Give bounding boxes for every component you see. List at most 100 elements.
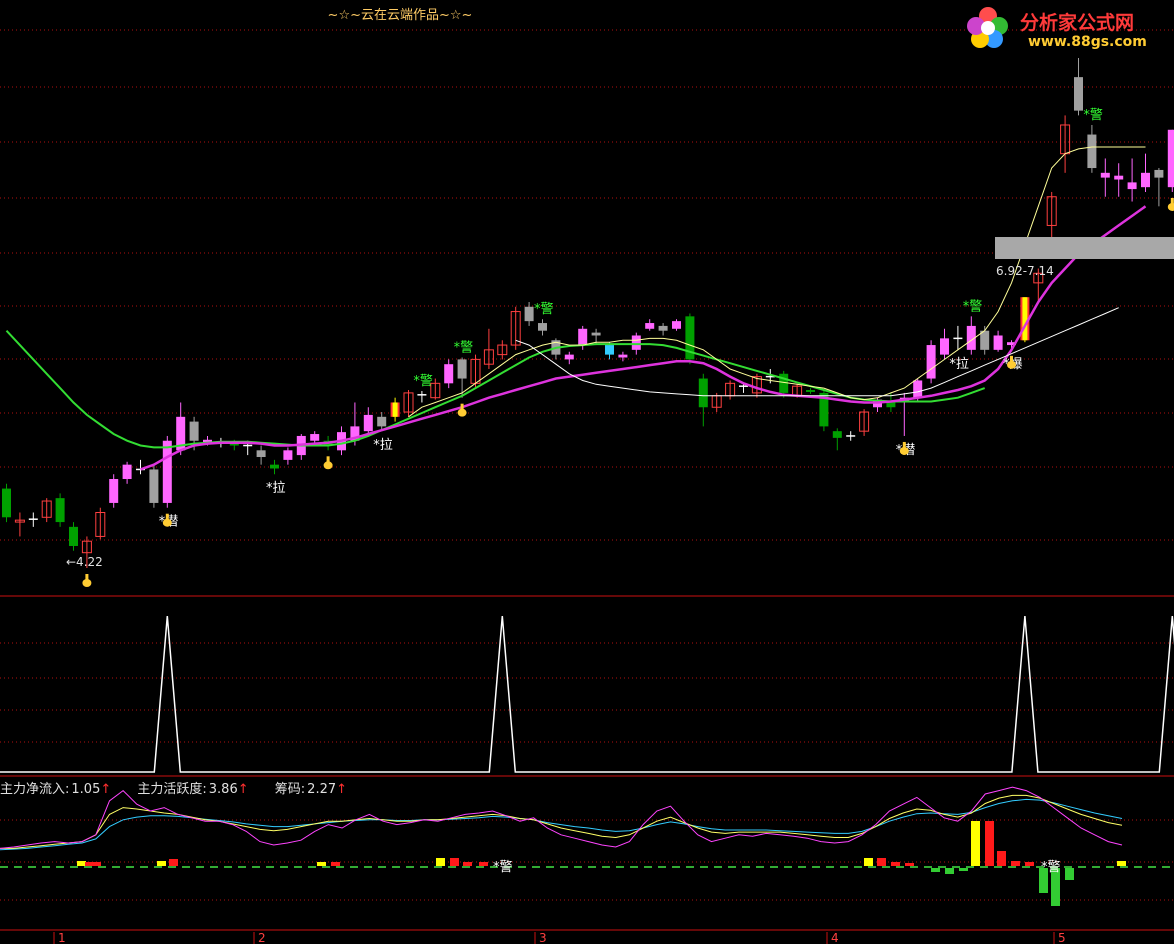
hand-icon-finger [1010,355,1013,363]
candle-body [69,526,78,546]
candle-body [149,469,159,503]
candle-body [913,380,923,398]
hand-icon-finger [460,403,464,411]
candle-body [1127,182,1137,190]
indicator-value-net-inflow: 1.05 [71,782,101,797]
candle-body [538,323,547,331]
candle-body [980,330,990,350]
up-arrow-icon: ↑ [100,782,112,797]
indicator-name-chips: 筹码: [274,782,306,797]
candle-body [1074,77,1083,111]
flow-bar [864,858,873,866]
flow-bar [450,858,459,866]
candle-body [1100,172,1110,178]
candle-body [122,464,132,480]
range-box [995,237,1174,259]
signal-label: *警 [963,298,983,314]
flow-bar [436,858,445,866]
flow-bar [891,862,900,866]
signal-label: *警 [413,373,433,389]
flow-bar [945,868,954,874]
flow-bar [877,858,886,866]
candle-body [270,464,279,469]
candle-body [1167,129,1174,188]
hand-icon-finger [326,456,330,464]
flow-bar [971,821,980,866]
candle-body [578,328,588,346]
candle-body [457,359,467,379]
x-tick-label: 5 [1058,931,1066,944]
hand-icon-finger [1170,197,1174,205]
candle-body [1114,175,1124,180]
x-tick-label: 4 [831,931,839,944]
candle-body [310,434,320,441]
flow-bar [317,862,326,866]
flow-bar [331,862,340,866]
flow-bar [479,862,488,866]
flow-bar [985,821,994,866]
candle-body [189,421,199,441]
candle-body [283,450,293,460]
candle-body [162,440,172,503]
candle-body [806,390,815,392]
candle-body [940,338,949,355]
range-label: 6.92-7.14 [996,264,1054,278]
candle-body [631,335,641,350]
indicator-name-net-inflow: 主力净流入: [0,782,70,797]
flow-bar [169,859,178,866]
candle-body [832,431,842,438]
brand-logo[interactable]: 分析家公式网 www.88gs.com [966,4,1166,52]
candle-body [524,306,534,322]
signal-label: *警 [534,301,554,317]
flow-bar [92,862,101,866]
candle-alert-core [1022,297,1028,341]
candle-body [591,332,601,336]
candle-body [886,402,896,408]
flower-logo-icon [967,7,1008,48]
candle-body [993,335,1003,350]
indicator-value-activity: 3.86 [208,782,238,797]
signal-label: *拉 [949,357,969,372]
flow-bar [1025,862,1034,866]
sub-signal-label: *警 [1041,859,1061,875]
indicator-legend: 主力净流入: 1.05↑ 主力活跃度: 3.86↑ 筹码: 2.27↑ [0,778,347,797]
hand-icon-finger [165,513,169,521]
chips-line [0,798,1123,851]
candle-body [1087,134,1097,169]
candle-body [109,479,119,503]
signal-label: *警 [1083,107,1103,123]
candle-body [444,364,454,384]
flow-bar [997,851,1006,866]
candle-body [1141,172,1150,188]
candle-body [2,488,11,518]
up-arrow-icon: ↑ [237,782,249,797]
candle-body [377,416,387,427]
indicator-name-activity: 主力活跃度: [137,782,207,797]
flow-bar [905,863,914,866]
candle-body [605,345,614,355]
flow-bar [77,861,86,866]
flow-bar [157,861,166,866]
flow-bar [1065,868,1074,880]
signal-spike-line [0,615,1174,773]
hand-icon-finger [85,574,89,581]
chart-title: ~☆~云在云端作品~☆~ [327,8,473,23]
flow-bar [463,862,472,866]
signal-label: *拉 [373,438,393,453]
logo-name: 分析家公式网 [1020,12,1135,34]
flow-bar [959,868,968,871]
x-tick-label: 3 [539,931,547,944]
flow-bar [1011,861,1020,866]
ma-green-line [5,330,986,449]
up-arrow-icon: ↑ [336,782,348,797]
candle-body [698,378,708,408]
candle-body [672,321,681,329]
indicator-value-chips: 2.27 [307,782,337,797]
candle-body [1154,169,1164,178]
chart-canvas: 6.92-7.14←4.22*潜*拉*拉*警*警*警*潜*拉*警*爆*警*警*警… [0,29,1174,944]
candle-body [564,354,574,360]
candle-body [618,354,628,358]
sub-signal-label: *警 [493,859,513,875]
candle-body [363,414,373,432]
x-tick-label: 1 [58,931,66,944]
